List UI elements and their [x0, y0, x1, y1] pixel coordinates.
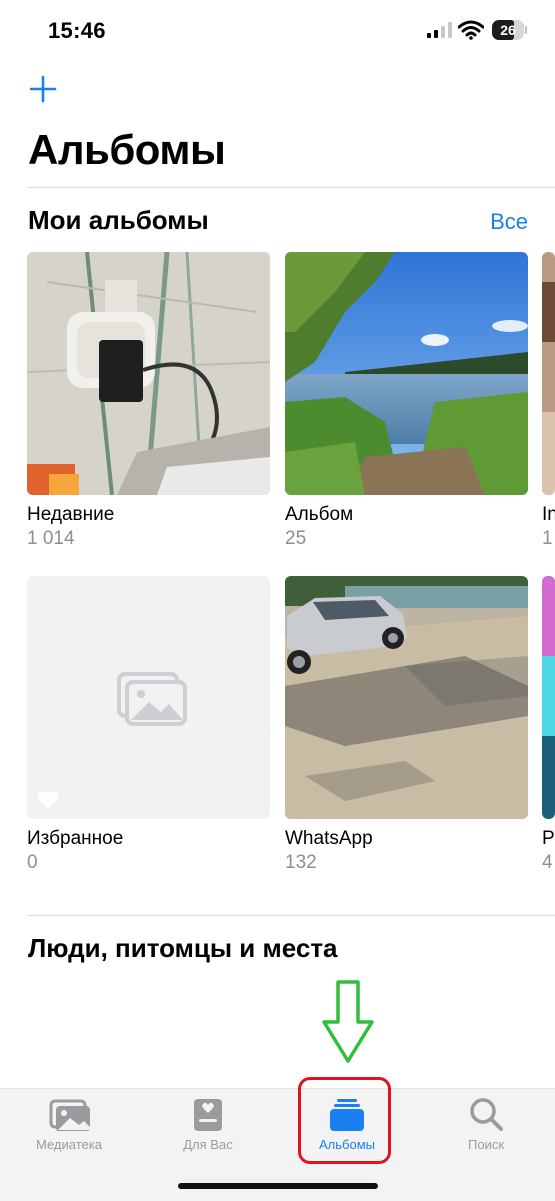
section-divider	[28, 915, 555, 916]
tab-library[interactable]: Медиатека	[0, 1089, 138, 1169]
album-count: 132	[285, 852, 317, 873]
album-thumbnail	[542, 576, 555, 819]
battery-level: 26	[500, 22, 516, 38]
album-name: Избранное	[27, 828, 124, 849]
for-you-icon	[194, 1099, 222, 1131]
wifi-icon	[458, 20, 484, 40]
title-divider	[28, 187, 555, 188]
empty-album-photos-icon	[117, 672, 187, 726]
page-title: Альбомы	[28, 126, 226, 173]
add-album-button[interactable]	[28, 74, 58, 104]
album-thumbnail	[542, 252, 555, 495]
album-count: 1	[542, 528, 553, 549]
album-thumbnail	[285, 576, 528, 819]
album-thumbnail	[27, 576, 270, 819]
album-name: Альбом	[285, 504, 354, 525]
annotation-arrow-icon	[322, 980, 374, 1063]
album-count: 25	[285, 528, 307, 549]
annotation-highlight-box	[298, 1077, 391, 1164]
cellular-signal-icon	[427, 22, 452, 38]
album-name: P	[542, 828, 555, 849]
album-name: Недавние	[27, 504, 115, 525]
tab-label: Поиск	[467, 1137, 505, 1152]
album-count: 1 014	[27, 528, 75, 549]
home-indicator	[178, 1183, 378, 1189]
tab-label: Для Вас	[183, 1137, 233, 1152]
album-thumbnail	[285, 252, 528, 495]
album-name: WhatsApp	[285, 828, 373, 849]
album-name: In	[542, 504, 555, 525]
status-time: 15:46	[48, 18, 106, 43]
tab-label: Медиатека	[36, 1137, 102, 1152]
heart-icon	[37, 791, 59, 809]
tab-for-you[interactable]: Для Вас	[139, 1089, 277, 1169]
my-albums-heading: Мои альбомы	[28, 205, 209, 235]
status-bar: 15:46 26	[0, 0, 555, 60]
photo-library-icon	[49, 1099, 90, 1131]
battery-indicator: 26	[492, 20, 527, 40]
see-all-link[interactable]: Все	[490, 209, 528, 235]
album-count: 4	[542, 852, 553, 873]
people-pets-places-heading: Люди, питомцы и места	[28, 933, 338, 963]
tab-search[interactable]: Поиск	[417, 1089, 555, 1169]
album-count: 0	[27, 852, 38, 873]
album-thumbnail	[27, 252, 270, 495]
search-icon	[470, 1098, 503, 1131]
